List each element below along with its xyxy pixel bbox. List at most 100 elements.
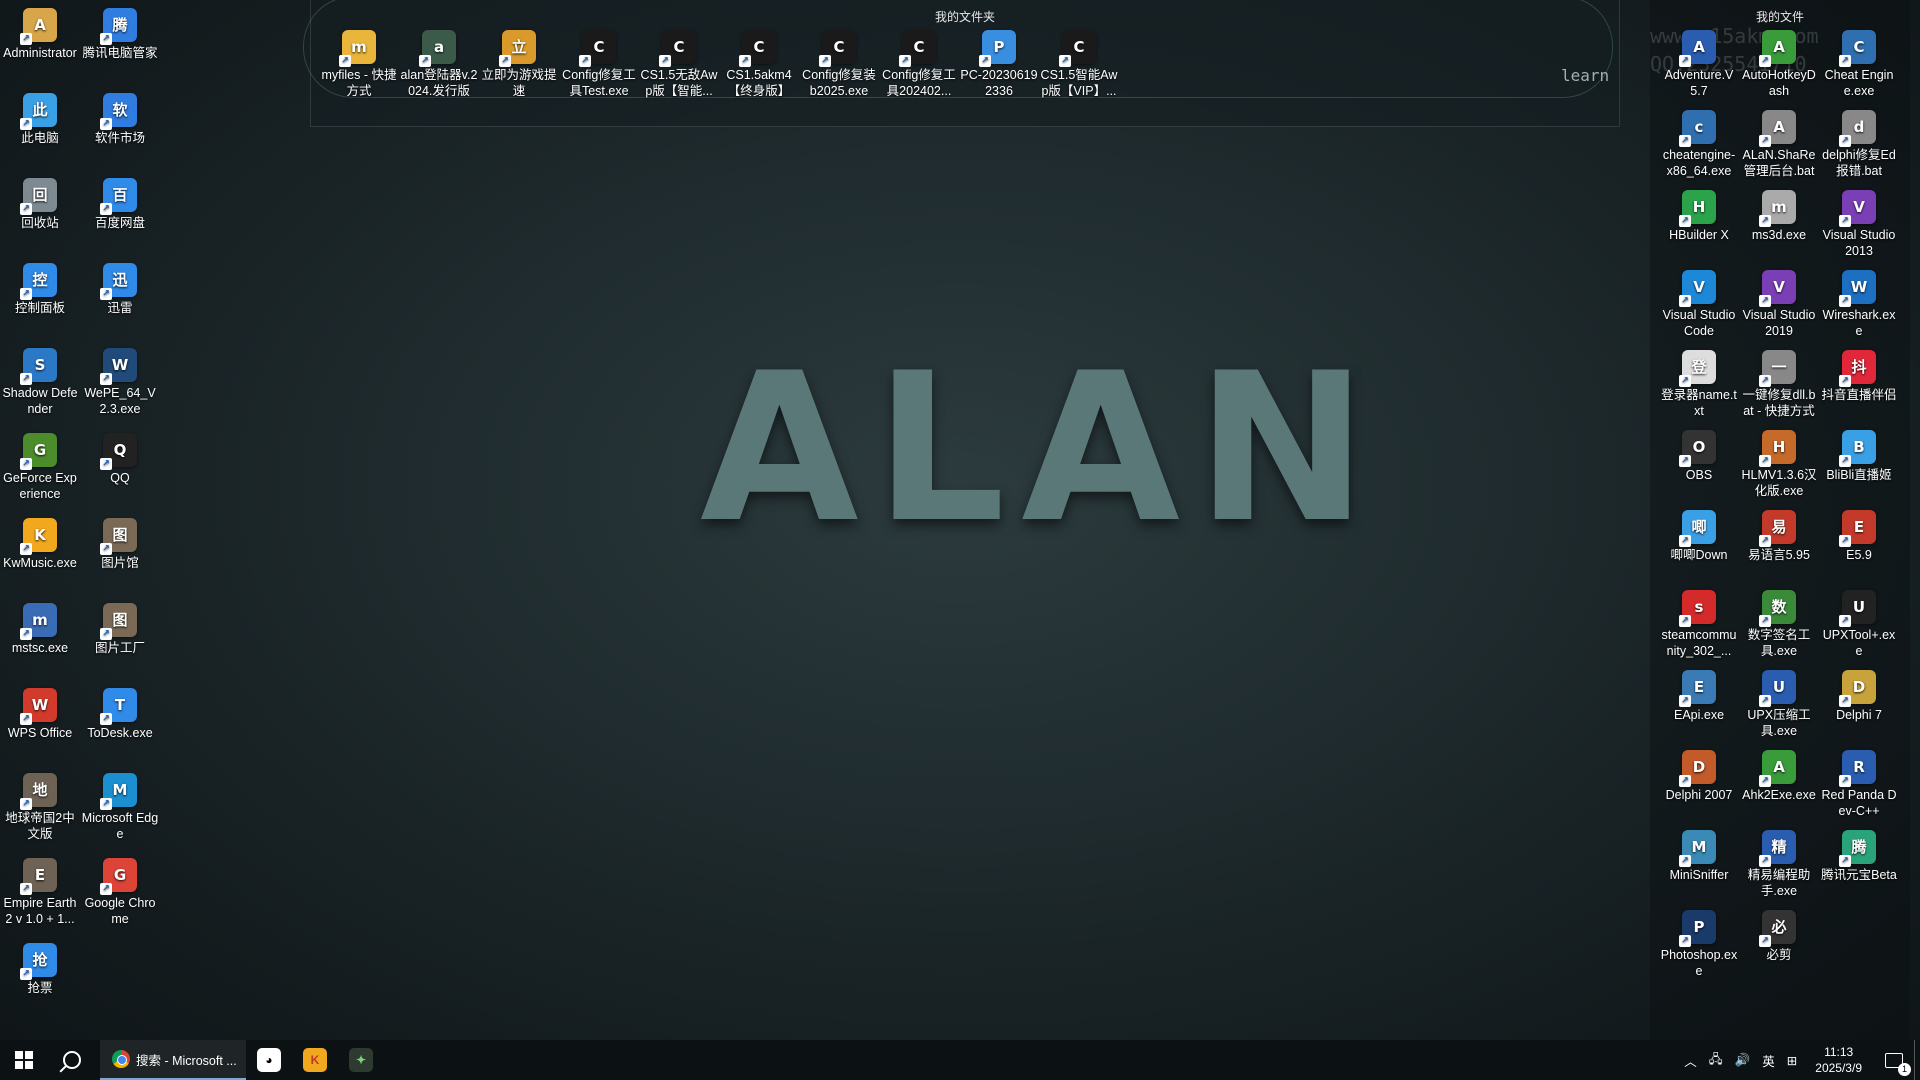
taskbar-app-chrome[interactable]: 搜索 - Microsoft ... [100, 1040, 246, 1080]
desktop-icon-left[interactable]: QQQ [81, 433, 159, 486]
desktop-icon-right[interactable]: ccheatengine-x86_64.exe [1660, 110, 1738, 179]
show-desktop-button[interactable] [1914, 1040, 1920, 1080]
desktop-icon-right[interactable]: 必必剪 [1740, 910, 1818, 963]
desktop-icon-left[interactable]: 软软件市场 [81, 93, 159, 146]
desktop-icon-left[interactable]: SShadow Defender [1, 348, 79, 417]
ime-grid-icon[interactable]: ⊞ [1781, 1053, 1803, 1068]
desktop-icon-right[interactable]: EE5.9 [1820, 510, 1898, 563]
desktop-icon-right[interactable]: ddelphi修复Ed报错.bat [1820, 110, 1898, 179]
desktop-icon-right[interactable]: 精精易编程助手.exe [1740, 830, 1818, 899]
desktop-icon-label: Red Panda Dev-C++ [1821, 788, 1897, 818]
desktop-icon-right[interactable]: RRed Panda Dev-C++ [1820, 750, 1898, 819]
desktop-icon-left[interactable]: 回回收站 [1, 178, 79, 231]
desktop-icon-left[interactable]: KKwMusic.exe [1, 518, 79, 571]
desktop-icon-label: 控制面板 [14, 301, 65, 315]
start-button[interactable] [0, 1040, 48, 1080]
desktop-icon-fence[interactable]: aalan登陆器v.2024.发行版 [400, 30, 478, 99]
taskbar-clock[interactable]: 11:13 2025/3/9 [1803, 1044, 1874, 1076]
desktop-icon-right[interactable]: HHLMV1.3.6汉化版.exe [1740, 430, 1818, 499]
desktop-icon-left[interactable]: 迅迅雷 [81, 263, 159, 316]
desktop-icon-label: HLMV1.3.6汉化版.exe [1741, 468, 1817, 498]
desktop-icon-label: 必剪 [1766, 948, 1792, 962]
desktop-icon-label: CS1.5akm4【终身版】 [726, 68, 792, 98]
desktop-icon-right[interactable]: 一一键修复dll.bat - 快捷方式 [1740, 350, 1818, 419]
desktop-icon-fence[interactable]: CConfig修复工具Test.exe [560, 30, 638, 99]
desktop-icon-fence[interactable]: CConfig修复工具202402... [880, 30, 958, 99]
desktop-icon-right[interactable]: MMiniSniffer [1660, 830, 1738, 883]
desktop-icon-label: E5.9 [1846, 548, 1872, 562]
desktop-icon-right[interactable]: 唧唧唧Down [1660, 510, 1738, 563]
desktop-icon-right[interactable]: 易易语言5.95 [1740, 510, 1818, 563]
desktop-icon-left[interactable]: TToDesk.exe [81, 688, 159, 741]
desktop-icon-left[interactable]: 图图片馆 [81, 518, 159, 571]
steamcommunity-icon: s [1679, 590, 1716, 627]
desktop-icon-right[interactable]: PPhotoshop.exe [1660, 910, 1738, 979]
chrome-icon: G [100, 858, 137, 895]
desktop-icon-right[interactable]: DDelphi 7 [1820, 670, 1898, 723]
autohotkey-icon: A [1759, 30, 1796, 67]
desktop-icon-right[interactable]: HHBuilder X [1660, 190, 1738, 243]
desktop-icon-left[interactable]: MMicrosoft Edge [81, 773, 159, 842]
desktop-icon-label: Config修复装b2025.exe [802, 68, 876, 98]
volume-icon[interactable]: 🔊 [1729, 1053, 1757, 1068]
desktop-icon-right[interactable]: AAdventure.V5.7 [1660, 30, 1738, 99]
desktop-icon-left[interactable]: WWePE_64_V2.3.exe [81, 348, 159, 417]
desktop-icon-right[interactable]: VVisual Studio Code [1660, 270, 1738, 339]
shadow-defender-icon: S [20, 348, 57, 385]
desktop-icon-right[interactable]: WWireshark.exe [1820, 270, 1898, 339]
desktop-icon-left[interactable]: 控控制面板 [1, 263, 79, 316]
desktop-icon-right[interactable]: UUPXTool+.exe [1820, 590, 1898, 659]
desktop-icon-right[interactable]: BBliBli直播姬 [1820, 430, 1898, 483]
taskbar-app-kuwo[interactable]: K [292, 1040, 338, 1080]
desktop-icon-right[interactable]: CCheat Engine.exe [1820, 30, 1898, 99]
desktop-icon-right[interactable]: 数数字签名工具.exe [1740, 590, 1818, 659]
taskbar-app-alan-launcher[interactable]: ✦ [338, 1040, 384, 1080]
desktop-icon-fence[interactable]: CCS1.5无敌Awp版【智能... [640, 30, 718, 99]
desktop-icon-right[interactable]: OOBS [1660, 430, 1738, 483]
desktop-icon-right[interactable]: EEApi.exe [1660, 670, 1738, 723]
desktop-icon-right[interactable]: mms3d.exe [1740, 190, 1818, 243]
desktop-icon-left[interactable]: AAdministrator [1, 8, 79, 61]
desktop-icon-right[interactable]: AAhk2Exe.exe [1740, 750, 1818, 803]
taskbar-app-qq[interactable]: ◕ [246, 1040, 292, 1080]
desktop-icon-label: 图片工厂 [94, 641, 145, 655]
desktop-icon-left[interactable]: GGeForce Experience [1, 433, 79, 502]
desktop-icon-right[interactable]: VVisual Studio 2013 [1820, 190, 1898, 259]
notification-center-button[interactable]: 1 [1874, 1052, 1914, 1076]
desktop-icon-left[interactable]: 图图片工厂 [81, 603, 159, 656]
desktop-icon-fence[interactable]: mmyfiles - 快捷方式 [320, 30, 398, 99]
desktop-icon-right[interactable]: DDelphi 2007 [1660, 750, 1738, 803]
desktop-icon-right[interactable]: ssteamcommunity_302_... [1660, 590, 1738, 659]
desktop-icon-right[interactable]: AAutoHotkeyDash [1740, 30, 1818, 99]
desktop-icon-left[interactable]: 抢抢票 [1, 943, 79, 996]
desktop-icon-right[interactable]: AALaN.ShaRe管理后台.bat [1740, 110, 1818, 179]
desktop-icon-left[interactable]: 地地球帝国2中文版 [1, 773, 79, 842]
desktop-icon-left[interactable]: WWPS Office [1, 688, 79, 741]
desktop-icon-right[interactable]: 抖抖音直播伴侣 [1820, 350, 1898, 403]
desktop-icon-left[interactable]: 腾腾讯电脑管家 [81, 8, 159, 61]
desktop-icon-left[interactable]: mmstsc.exe [1, 603, 79, 656]
desktop-icon-left[interactable]: 百百度网盘 [81, 178, 159, 231]
desktop-icon-right[interactable]: UUPX压缩工具.exe [1740, 670, 1818, 739]
desktop-icon-left[interactable]: EEmpire Earth 2 v 1.0 + 1... [1, 858, 79, 927]
desktop-icon-right[interactable]: 登登录器name.txt [1660, 350, 1738, 419]
desktop-icon-right[interactable]: VVisual Studio 2019 [1740, 270, 1818, 339]
desktop-icon-left[interactable]: 此此电脑 [1, 93, 79, 146]
windows-logo-icon [15, 1051, 33, 1069]
desktop-icon-fence[interactable]: CCS1.5智能Awp版【VIP】... [1040, 30, 1118, 99]
network-icon[interactable]: 🖧 [1703, 1050, 1729, 1071]
desktop-icon-right[interactable]: 腾腾讯元宝Beta [1820, 830, 1898, 883]
desktop-icon-label: ms3d.exe [1751, 228, 1807, 242]
desktop-icon-label: 百度网盘 [94, 216, 145, 230]
search-button[interactable] [48, 1040, 96, 1080]
desktop-icon-fence[interactable]: 立立即为游戏提速 [480, 30, 558, 99]
tray-chevron-up-icon[interactable]: ︿ [1678, 1051, 1703, 1070]
desktop-icon-left[interactable]: GGoogle Chrome [81, 858, 159, 927]
desktop-icon-fence[interactable]: CCS1.5akm4【终身版】 [720, 30, 798, 99]
notification-count: 1 [1898, 1062, 1911, 1076]
desktop-icon-fence[interactable]: CConfig修复装b2025.exe [800, 30, 878, 99]
hbuilder-icon: H [1679, 190, 1716, 227]
desktop-icon-fence[interactable]: PPC-202306192336 [960, 30, 1038, 99]
ime-indicator[interactable]: 英 [1756, 1051, 1781, 1070]
desktop-icon-label: Config修复工具Test.exe [562, 68, 636, 98]
